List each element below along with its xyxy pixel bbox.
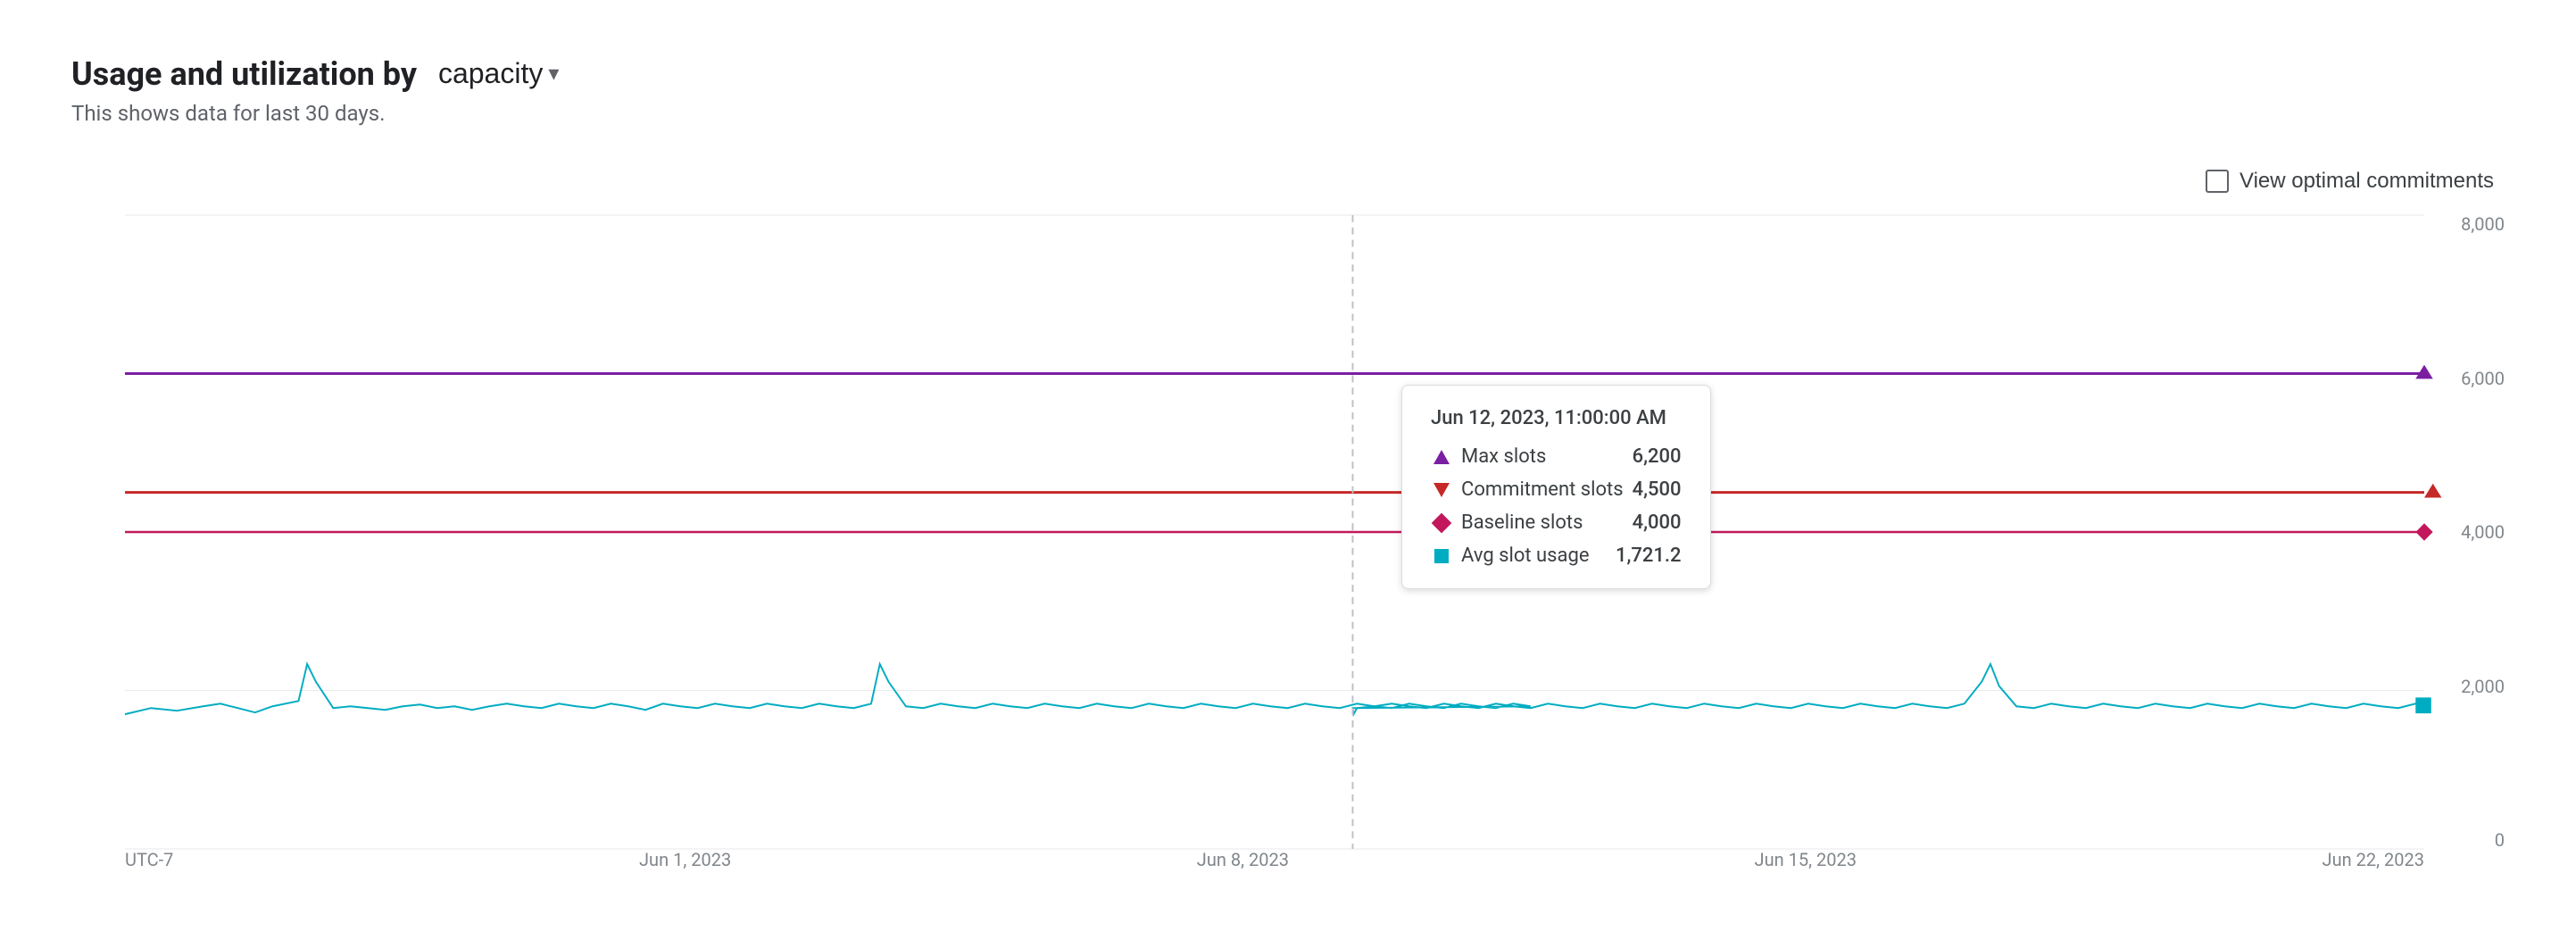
- y-label-2000: 2,000: [2461, 678, 2505, 695]
- y-label-6000: 6,000: [2461, 370, 2505, 387]
- tooltip-label-avg-usage: Avg slot usage: [1461, 545, 1607, 567]
- chevron-down-icon: ▾: [548, 61, 559, 87]
- baseline-slots-icon: [1431, 512, 1452, 534]
- tooltip-value-avg-usage: 1,721.2: [1616, 545, 1682, 567]
- view-optimal-checkbox: [2206, 170, 2229, 193]
- x-label-utc7: UTC-7: [125, 849, 173, 870]
- chart-plot: Jun 12, 2023, 11:00:00 AM Max slots 6,20…: [125, 215, 2424, 849]
- y-axis: 8,000 6,000 4,000 2,000 0: [2433, 215, 2505, 849]
- tooltip-value-max-slots: 6,200: [1633, 445, 1682, 468]
- view-optimal-commitments-button[interactable]: View optimal commitments: [2195, 162, 2505, 201]
- tooltip-label-max-slots: Max slots: [1461, 445, 1624, 468]
- tooltip-title: Jun 12, 2023, 11:00:00 AM: [1431, 407, 1682, 429]
- tooltip-label-baseline-slots: Baseline slots: [1461, 511, 1624, 534]
- tooltip-value-baseline-slots: 4,000: [1633, 511, 1682, 534]
- y-label-8000: 8,000: [2461, 215, 2505, 233]
- y-label-4000: 4,000: [2461, 523, 2505, 541]
- chart-header: Usage and utilization by capacity ▾: [71, 54, 2505, 94]
- page-title: Usage and utilization by: [71, 55, 417, 93]
- commitment-slots-icon: [1431, 479, 1452, 501]
- tooltip-row-max-slots: Max slots 6,200: [1431, 445, 1682, 468]
- chart-wrapper: Jun 12, 2023, 11:00:00 AM Max slots 6,20…: [71, 215, 2505, 894]
- chart-svg: [125, 215, 2424, 849]
- tooltip-value-commitment-slots: 4,500: [1633, 478, 1682, 501]
- chart-subtitle: This shows data for last 30 days.: [71, 101, 2505, 126]
- x-label-jun1: Jun 1, 2023: [639, 849, 731, 870]
- dropdown-label: capacity: [438, 57, 543, 90]
- tooltip-row-avg-usage: Avg slot usage 1,721.2: [1431, 545, 1682, 567]
- x-label-jun15: Jun 15, 2023: [1755, 849, 1857, 870]
- tooltip-row-commitment-slots: Commitment slots 4,500: [1431, 478, 1682, 501]
- chart-tooltip: Jun 12, 2023, 11:00:00 AM Max slots 6,20…: [1401, 385, 1711, 589]
- x-axis: UTC-7 Jun 1, 2023 Jun 8, 2023 Jun 15, 20…: [125, 849, 2424, 894]
- tooltip-row-baseline-slots: Baseline slots 4,000: [1431, 511, 1682, 534]
- avg-usage-icon: [1431, 545, 1452, 567]
- max-slots-icon: [1431, 446, 1452, 468]
- x-label-jun8: Jun 8, 2023: [1197, 849, 1289, 870]
- tooltip-label-commitment-slots: Commitment slots: [1461, 478, 1624, 501]
- chart-area: View optimal commitments: [71, 162, 2505, 894]
- y-label-0: 0: [2495, 831, 2505, 849]
- page-container: Usage and utilization by capacity ▾ This…: [0, 0, 2576, 948]
- capacity-dropdown[interactable]: capacity ▾: [431, 54, 566, 94]
- view-optimal-label: View optimal commitments: [2239, 169, 2494, 194]
- x-label-jun22: Jun 22, 2023: [2323, 849, 2424, 870]
